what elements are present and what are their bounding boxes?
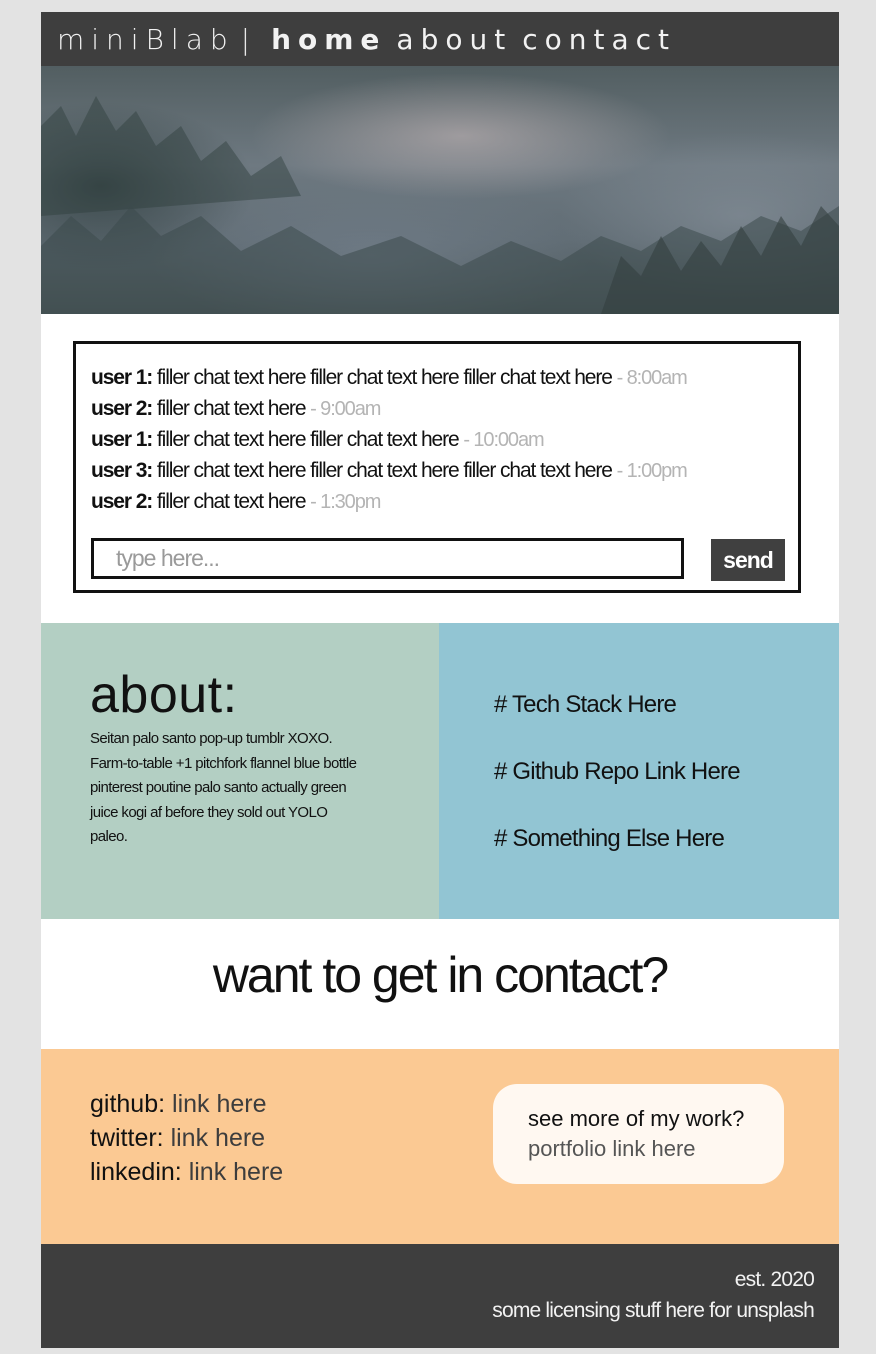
chat-message: user 2: filler chat text here - 1:30pm bbox=[91, 486, 687, 517]
chat-message: user 1: filler chat text here filler cha… bbox=[91, 424, 687, 455]
hero-image bbox=[41, 66, 839, 314]
footer-licensing: some licensing stuff here for unsplash bbox=[492, 1299, 815, 1322]
message-text: filler chat text here filler chat text h… bbox=[156, 366, 613, 389]
footer-est: est. 2020 bbox=[734, 1268, 815, 1291]
link-tech-stack[interactable]: # Tech Stack Here bbox=[494, 691, 677, 719]
footer: est. 2020 some licensing stuff here for … bbox=[41, 1244, 839, 1348]
nav-link-home[interactable]: home bbox=[271, 23, 386, 56]
brand-logo[interactable]: miniBlab bbox=[41, 23, 235, 56]
chat-message: user 3: filler chat text here filler cha… bbox=[91, 455, 688, 486]
links-panel: # Tech Stack Here # Github Repo Link Her… bbox=[439, 623, 839, 919]
social-linkedin: linkedin: link here bbox=[90, 1155, 283, 1189]
chat-box: user 1: filler chat text here filler cha… bbox=[73, 341, 801, 593]
message-text: filler chat text here filler chat text h… bbox=[156, 459, 613, 482]
message-user: user 1: bbox=[91, 428, 153, 451]
message-time: - 1:30pm bbox=[310, 491, 381, 513]
portfolio-link[interactable]: portfolio link here bbox=[528, 1136, 696, 1161]
message-user: user 1: bbox=[91, 366, 153, 389]
message-user: user 2: bbox=[91, 397, 153, 420]
message-time: - 10:00am bbox=[463, 429, 544, 451]
message-time: - 1:00pm bbox=[616, 460, 688, 482]
chat-messages: user 1: filler chat text here filler cha… bbox=[91, 362, 688, 517]
chat-message: user 2: filler chat text here - 9:00am bbox=[91, 393, 687, 424]
github-link[interactable]: link here bbox=[172, 1090, 267, 1118]
social-github: github: link here bbox=[90, 1087, 283, 1121]
top-nav: miniBlab | home about contact bbox=[41, 12, 839, 66]
social-twitter: twitter: link here bbox=[90, 1121, 283, 1155]
chat-input[interactable] bbox=[91, 538, 684, 579]
twitter-link[interactable]: link here bbox=[171, 1124, 266, 1152]
social-label: twitter: bbox=[90, 1124, 164, 1152]
message-user: user 3: bbox=[91, 459, 153, 482]
foggy-forest-image bbox=[41, 96, 839, 314]
message-time: - 9:00am bbox=[310, 398, 381, 420]
link-something-else[interactable]: # Something Else Here bbox=[494, 825, 725, 853]
nav-link-about[interactable]: about bbox=[396, 23, 512, 56]
message-time: - 8:00am bbox=[616, 367, 688, 389]
chat-message: user 1: filler chat text here filler cha… bbox=[91, 362, 688, 393]
social-label: linkedin: bbox=[90, 1158, 182, 1186]
social-links: github: link here twitter: link here lin… bbox=[90, 1087, 283, 1189]
send-button[interactable]: send bbox=[711, 539, 785, 581]
about-body: Seitan palo santo pop-up tumblr XOXO. Fa… bbox=[90, 730, 357, 845]
portfolio-question: see more of my work? bbox=[528, 1106, 745, 1131]
contact-heading: want to get in contact? bbox=[212, 947, 669, 1003]
about-heading: about: bbox=[90, 666, 238, 724]
page: miniBlab | home about contact user 1: fi… bbox=[41, 12, 839, 1348]
social-label: github: bbox=[90, 1090, 166, 1118]
portfolio-card: see more of my work? portfolio link here bbox=[493, 1084, 784, 1184]
nav-link-contact[interactable]: contact bbox=[522, 23, 676, 56]
message-text: filler chat text here filler chat text h… bbox=[156, 428, 460, 451]
message-text: filler chat text here bbox=[156, 397, 307, 420]
message-user: user 2: bbox=[91, 490, 153, 513]
nav-separator: | bbox=[240, 22, 258, 56]
about-section: about: Seitan palo santo pop-up tumblr X… bbox=[41, 623, 439, 919]
message-text: filler chat text here bbox=[156, 490, 307, 513]
contact-section: github: link here twitter: link here lin… bbox=[41, 1049, 839, 1244]
link-github-repo[interactable]: # Github Repo Link Here bbox=[494, 758, 741, 786]
linkedin-link[interactable]: link here bbox=[189, 1158, 284, 1186]
